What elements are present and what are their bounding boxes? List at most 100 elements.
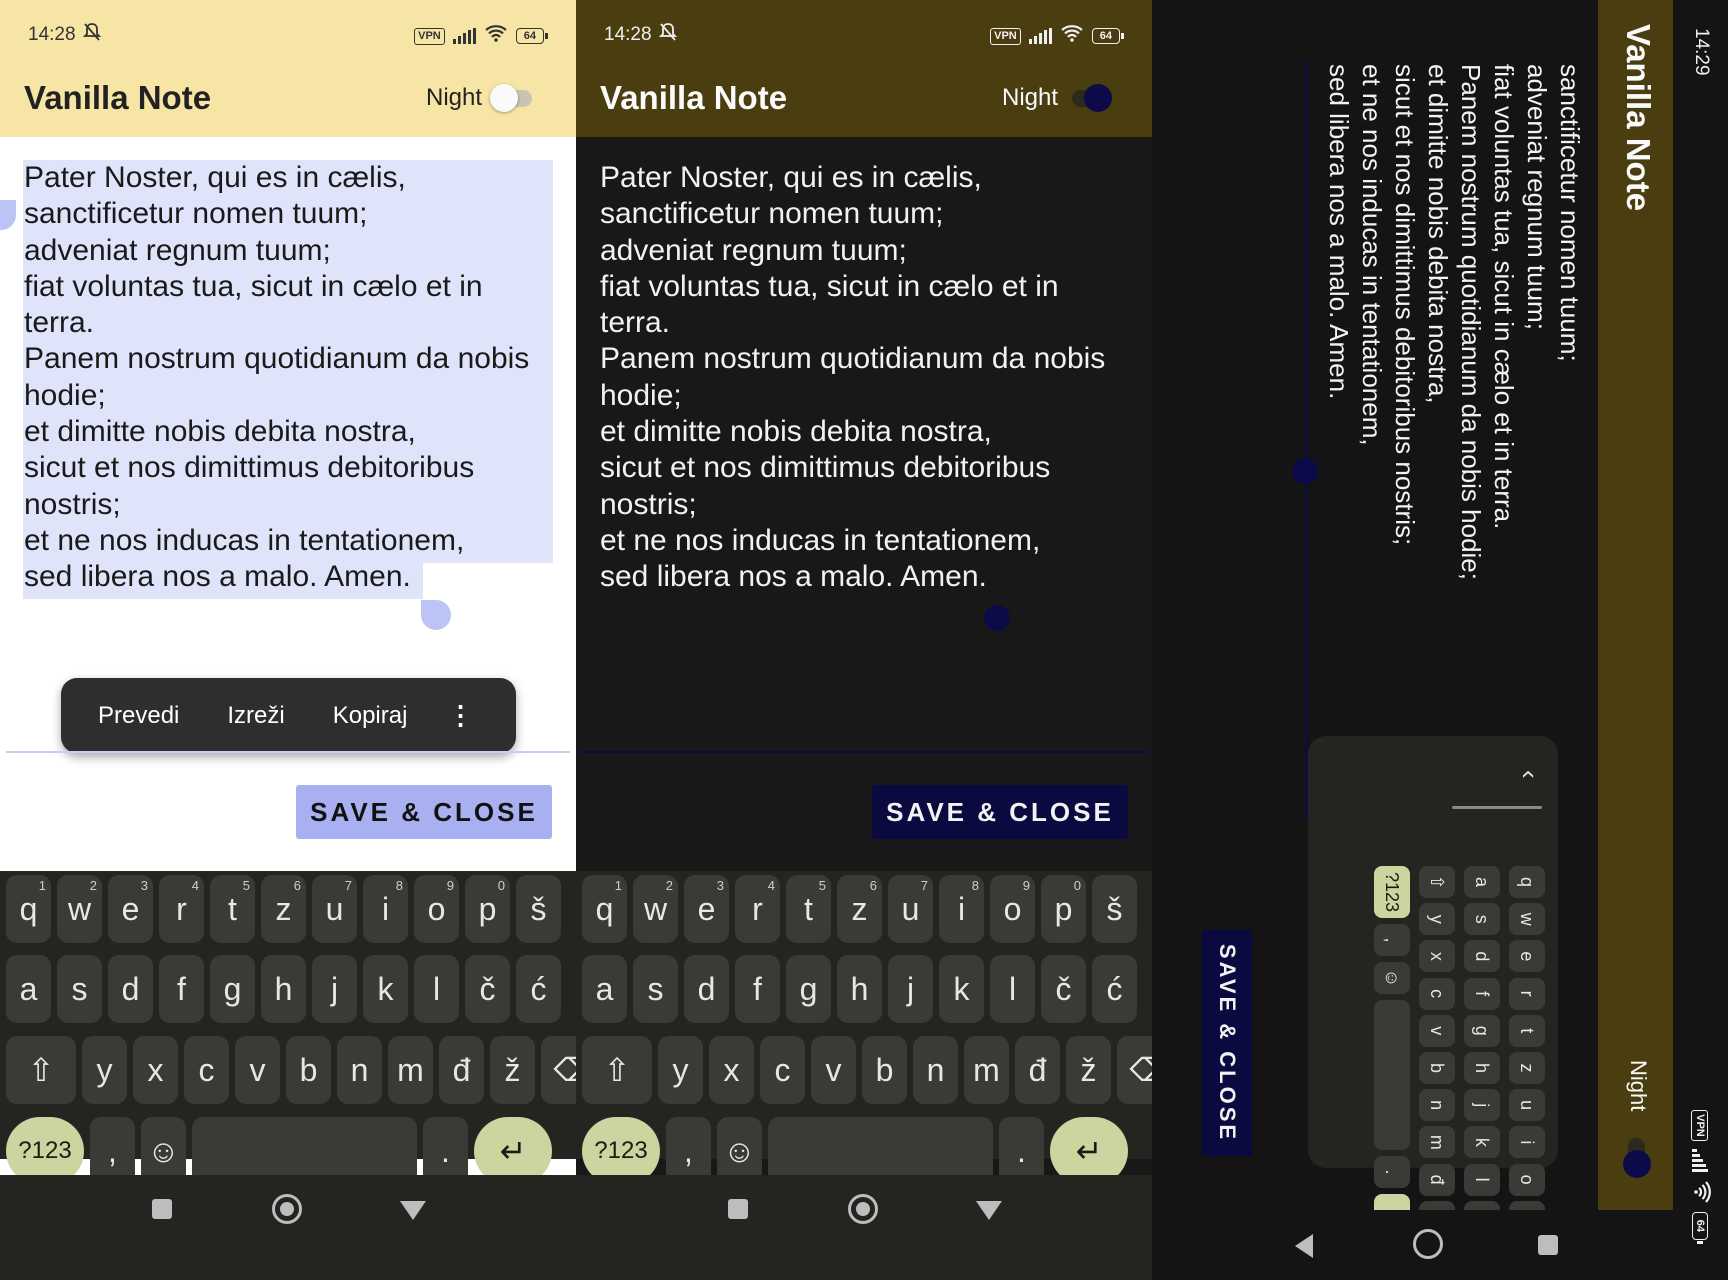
key-b[interactable]: b bbox=[286, 1036, 331, 1104]
key-u[interactable]: u7 bbox=[888, 875, 933, 943]
key-d[interactable]: d bbox=[684, 955, 729, 1023]
key-g[interactable]: g bbox=[1464, 1014, 1500, 1047]
key-t[interactable]: t5 bbox=[210, 875, 255, 943]
key-z[interactable]: z6 bbox=[837, 875, 882, 943]
key-i[interactable]: i8 bbox=[363, 875, 408, 943]
emoji-key[interactable]: ☺ bbox=[1374, 962, 1410, 994]
key-k[interactable]: k bbox=[363, 955, 408, 1023]
save-close-button[interactable]: SAVE & CLOSE bbox=[296, 785, 552, 839]
more-options-icon[interactable]: ⋮ bbox=[447, 700, 473, 731]
shift-key[interactable]: ⇧ bbox=[6, 1036, 76, 1104]
space-key[interactable] bbox=[1374, 1000, 1410, 1150]
key-t[interactable]: t bbox=[1509, 1014, 1545, 1047]
key-m[interactable]: m bbox=[1419, 1126, 1455, 1159]
key-đ[interactable]: đ bbox=[1419, 1163, 1455, 1196]
back-triangle-icon[interactable] bbox=[1295, 1234, 1313, 1258]
key-p[interactable]: p0 bbox=[1041, 875, 1086, 943]
key-f[interactable]: f bbox=[159, 955, 204, 1023]
key-v[interactable]: v bbox=[235, 1036, 280, 1104]
note-text-editor[interactable]: sanctificetur nomen tuum; adveniat regnu… bbox=[1322, 64, 1586, 764]
key-đ[interactable]: đ bbox=[439, 1036, 484, 1104]
key-e[interactable]: e bbox=[1509, 940, 1545, 973]
key-z[interactable]: z6 bbox=[261, 875, 306, 943]
keyboard-drag-handle[interactable] bbox=[1452, 806, 1542, 809]
night-toggle[interactable] bbox=[1623, 1132, 1651, 1178]
key-đ[interactable]: đ bbox=[1015, 1036, 1060, 1104]
selection-start-handle[interactable] bbox=[0, 200, 16, 230]
key-c[interactable]: c bbox=[760, 1036, 805, 1104]
key-š[interactable]: š bbox=[1092, 875, 1137, 943]
key-n[interactable]: n bbox=[1419, 1089, 1455, 1122]
key-q[interactable]: q bbox=[1509, 866, 1545, 898]
key-o[interactable]: o9 bbox=[990, 875, 1035, 943]
home-circle-icon[interactable] bbox=[1413, 1229, 1443, 1259]
key-l[interactable]: l bbox=[990, 955, 1035, 1023]
key-g[interactable]: g bbox=[786, 955, 831, 1023]
key-ć[interactable]: ć bbox=[516, 955, 561, 1023]
key-y[interactable]: y bbox=[658, 1036, 703, 1104]
key-r[interactable]: r bbox=[1509, 977, 1545, 1010]
key-ž[interactable]: ž bbox=[1066, 1036, 1111, 1104]
shift-key[interactable]: ⇧ bbox=[1419, 866, 1455, 898]
key-t[interactable]: t5 bbox=[786, 875, 831, 943]
key-y[interactable]: y bbox=[1419, 903, 1455, 936]
key-q[interactable]: q1 bbox=[582, 875, 627, 943]
translate-menu-item[interactable]: Prevedi bbox=[98, 702, 179, 730]
key-w[interactable]: w2 bbox=[633, 875, 678, 943]
period-key[interactable]: . bbox=[1374, 1156, 1410, 1188]
key-p[interactable]: p0 bbox=[465, 875, 510, 943]
selection-end-handle[interactable] bbox=[421, 600, 451, 630]
key-z[interactable]: z bbox=[1509, 1052, 1545, 1084]
key-o[interactable]: o9 bbox=[414, 875, 459, 943]
key-n[interactable]: n bbox=[913, 1036, 958, 1104]
key-a[interactable]: a bbox=[582, 955, 627, 1023]
recents-square-icon[interactable] bbox=[728, 1199, 748, 1219]
key-n[interactable]: n bbox=[337, 1036, 382, 1104]
key-a[interactable]: a bbox=[6, 955, 51, 1023]
key-d[interactable]: d bbox=[1464, 940, 1500, 973]
key-š[interactable]: š bbox=[516, 875, 561, 943]
copy-menu-item[interactable]: Kopiraj bbox=[333, 702, 408, 730]
cursor-handle[interactable] bbox=[984, 605, 1010, 631]
key-x[interactable]: x bbox=[709, 1036, 754, 1104]
key-h[interactable]: h bbox=[261, 955, 306, 1023]
back-triangle-icon[interactable] bbox=[976, 1201, 1002, 1220]
collapse-keyboard-icon[interactable]: ‹ bbox=[1514, 770, 1545, 779]
key-u[interactable]: u7 bbox=[312, 875, 357, 943]
key-r[interactable]: r4 bbox=[735, 875, 780, 943]
key-m[interactable]: m bbox=[388, 1036, 433, 1104]
home-circle-icon[interactable] bbox=[272, 1194, 302, 1224]
key-v[interactable]: v bbox=[811, 1036, 856, 1104]
key-w[interactable]: w2 bbox=[57, 875, 102, 943]
key-m[interactable]: m bbox=[964, 1036, 1009, 1104]
cursor-handle[interactable] bbox=[1292, 458, 1318, 484]
recents-square-icon[interactable] bbox=[152, 1199, 172, 1219]
home-circle-icon[interactable] bbox=[848, 1194, 878, 1224]
save-close-button[interactable]: SAVE & CLOSE bbox=[1202, 930, 1252, 1156]
backspace-key[interactable]: ⌫ bbox=[541, 1036, 576, 1104]
key-v[interactable]: v bbox=[1419, 1014, 1455, 1047]
key-c[interactable]: c bbox=[184, 1036, 229, 1104]
key-k[interactable]: k bbox=[939, 955, 984, 1023]
key-e[interactable]: e3 bbox=[108, 875, 153, 943]
key-i[interactable]: i bbox=[1509, 1126, 1545, 1159]
key-h[interactable]: h bbox=[1464, 1052, 1500, 1084]
back-triangle-icon[interactable] bbox=[400, 1201, 426, 1220]
key-i[interactable]: i8 bbox=[939, 875, 984, 943]
key-s[interactable]: s bbox=[633, 955, 678, 1023]
key-h[interactable]: h bbox=[837, 955, 882, 1023]
key-č[interactable]: č bbox=[465, 955, 510, 1023]
key-s[interactable]: s bbox=[1464, 903, 1500, 936]
symbols-key[interactable]: ?123 bbox=[1374, 866, 1410, 918]
key-j[interactable]: j bbox=[1464, 1089, 1500, 1122]
save-close-button[interactable]: SAVE & CLOSE bbox=[872, 785, 1128, 839]
key-r[interactable]: r4 bbox=[159, 875, 204, 943]
night-toggle[interactable] bbox=[490, 84, 536, 112]
backspace-key[interactable]: ⌫ bbox=[1117, 1036, 1152, 1104]
key-k[interactable]: k bbox=[1464, 1126, 1500, 1159]
key-w[interactable]: w bbox=[1509, 903, 1545, 936]
key-ć[interactable]: ć bbox=[1092, 955, 1137, 1023]
key-f[interactable]: f bbox=[1464, 977, 1500, 1010]
key-g[interactable]: g bbox=[210, 955, 255, 1023]
key-o[interactable]: o bbox=[1509, 1163, 1545, 1196]
